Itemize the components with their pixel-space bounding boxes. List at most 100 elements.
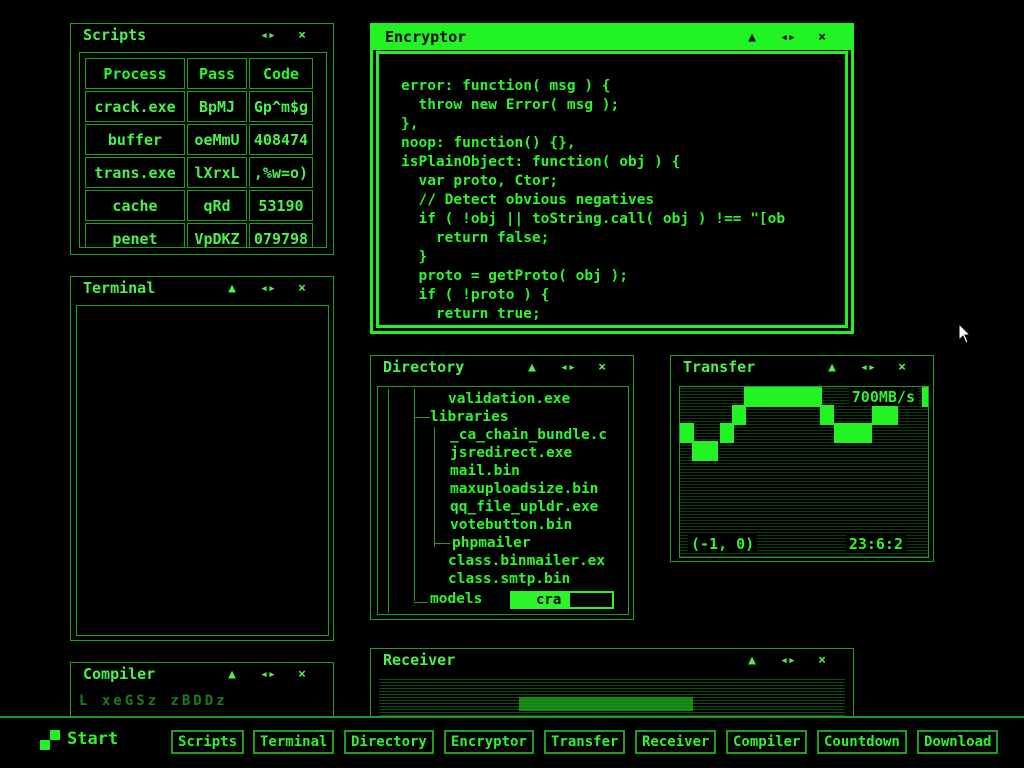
tree-item[interactable]: maxuploadsize.bin xyxy=(450,481,598,497)
table-row[interactable]: trans.exe lXrxL ,%w=o) xyxy=(85,157,313,188)
transfer-time: 23:6:2 xyxy=(845,535,906,553)
taskbar: Start Scripts Terminal Directory Encrypt… xyxy=(0,716,1024,768)
input-value: cra xyxy=(536,592,562,608)
close-icon[interactable]: × xyxy=(813,653,831,669)
table-cell: BpMJ xyxy=(187,91,247,122)
tree-line xyxy=(434,427,435,547)
encryptor-code-panel[interactable]: error: function( msg ) { throw new Error… xyxy=(376,51,848,328)
caret-up-icon[interactable]: ▲ xyxy=(223,281,241,297)
transfer-coords: (-1, 0) xyxy=(688,535,758,553)
encryptor-title: Encryptor xyxy=(385,28,467,46)
taskbar-button-directory[interactable]: Directory xyxy=(344,730,434,754)
caret-up-icon[interactable]: ▲ xyxy=(743,653,761,669)
table-cell: cache xyxy=(85,190,185,221)
compiler-window: Compiler ▲ ◂▸ × L xeGSz zBDDz xyxy=(70,662,334,718)
code-line: return true; xyxy=(401,306,541,322)
close-icon[interactable]: × xyxy=(893,360,911,376)
taskbar-button-countdown[interactable]: Countdown xyxy=(817,730,907,754)
taskbar-button-scripts[interactable]: Scripts xyxy=(171,730,245,754)
code-line: // Detect obvious negatives xyxy=(401,192,655,208)
resize-icon[interactable]: ◂▸ xyxy=(259,281,277,297)
directory-titlebar[interactable]: Directory ▲ ◂▸ × xyxy=(371,356,633,382)
resize-icon[interactable]: ◂▸ xyxy=(779,30,797,46)
close-icon[interactable]: × xyxy=(293,281,311,297)
resize-icon[interactable]: ◂▸ xyxy=(559,360,577,376)
tree-item[interactable]: qq_file_upldr.exe xyxy=(450,499,598,515)
caret-up-icon[interactable]: ▲ xyxy=(743,30,761,46)
encryptor-titlebar[interactable]: Encryptor ▲ ◂▸ × xyxy=(373,26,851,50)
tree-line xyxy=(414,389,415,601)
tree-line xyxy=(434,543,450,544)
close-icon[interactable]: × xyxy=(593,360,611,376)
table-cell: lXrxL xyxy=(187,157,247,188)
close-icon[interactable]: × xyxy=(813,30,831,46)
taskbar-button-receiver[interactable]: Receiver xyxy=(635,730,717,754)
taskbar-button-compiler[interactable]: Compiler xyxy=(726,730,808,754)
caret-up-icon[interactable]: ▲ xyxy=(223,667,241,683)
tree-line xyxy=(414,417,430,418)
transfer-title: Transfer xyxy=(683,358,756,376)
transfer-titlebar[interactable]: Transfer ▲ ◂▸ × xyxy=(671,356,933,382)
table-cell: Gp^m$g xyxy=(249,91,313,122)
tree-line xyxy=(388,389,389,613)
resize-icon[interactable]: ◂▸ xyxy=(259,28,277,44)
directory-input[interactable]: cra xyxy=(510,591,614,609)
data-block xyxy=(922,387,928,407)
close-icon[interactable]: × xyxy=(293,28,311,44)
tree-item[interactable]: votebutton.bin xyxy=(450,517,572,533)
code-line: return false; xyxy=(401,230,550,246)
data-block xyxy=(820,405,834,425)
tree-item[interactable]: mail.bin xyxy=(450,463,520,479)
receiver-window: Receiver ▲ ◂▸ × xyxy=(370,648,854,718)
table-header-process: Process xyxy=(85,58,185,89)
tree-folder[interactable]: models xyxy=(430,591,482,607)
code-line: }, xyxy=(401,116,419,132)
code-line: } xyxy=(401,324,785,325)
scripts-table: Process Pass Code crack.exe BpMJ Gp^m$g … xyxy=(83,56,315,247)
tree-line xyxy=(414,602,428,603)
code-line: if ( !obj || toString.call( obj ) !== "[… xyxy=(401,211,786,227)
transfer-speed: 700MB/s xyxy=(848,388,918,406)
code-line: noop: function() {}, xyxy=(401,135,576,151)
table-cell: ,%w=o) xyxy=(249,157,313,188)
code-line: throw new Error( msg ); xyxy=(401,97,620,113)
resize-icon[interactable]: ◂▸ xyxy=(779,653,797,669)
taskbar-button-terminal[interactable]: Terminal xyxy=(253,730,335,754)
data-block xyxy=(680,423,694,443)
resize-icon[interactable]: ◂▸ xyxy=(859,360,877,376)
tree-item[interactable]: class.smtp.bin xyxy=(448,571,570,587)
tree-folder[interactable]: libraries xyxy=(430,409,509,425)
data-block xyxy=(692,441,718,461)
table-cell: buffer xyxy=(85,124,185,155)
table-row[interactable]: buffer oeMmU 408474 xyxy=(85,124,313,155)
tree-folder[interactable]: phpmailer xyxy=(452,535,531,551)
close-icon[interactable]: × xyxy=(293,667,311,683)
table-row[interactable]: penet VpDKZ 079798 xyxy=(85,223,313,247)
terminal-output[interactable] xyxy=(76,305,329,636)
receiver-titlebar[interactable]: Receiver ▲ ◂▸ × xyxy=(371,649,853,675)
table-cell: trans.exe xyxy=(85,157,185,188)
table-row[interactable]: crack.exe BpMJ Gp^m$g xyxy=(85,91,313,122)
compiler-titlebar[interactable]: Compiler ▲ ◂▸ × xyxy=(71,663,333,689)
directory-tree: validation.exe libraries _ca_chain_bundl… xyxy=(377,386,629,615)
tree-item[interactable]: _ca_chain_bundle.c xyxy=(450,427,607,443)
caret-up-icon[interactable]: ▲ xyxy=(823,360,841,376)
taskbar-button-encryptor[interactable]: Encryptor xyxy=(444,730,534,754)
terminal-titlebar[interactable]: Terminal ▲ ◂▸ × xyxy=(71,277,333,303)
code-line: error: function( msg ) { xyxy=(401,78,611,94)
scripts-titlebar[interactable]: Scripts ◂▸ × xyxy=(71,24,333,50)
taskbar-button-transfer[interactable]: Transfer xyxy=(544,730,626,754)
caret-up-icon[interactable]: ▲ xyxy=(523,360,541,376)
directory-window: Directory ▲ ◂▸ × validation.exe librarie… xyxy=(370,355,634,620)
receiver-title: Receiver xyxy=(383,651,456,669)
tree-item[interactable]: validation.exe xyxy=(448,391,570,407)
scripts-content: Process Pass Code crack.exe BpMJ Gp^m$g … xyxy=(79,52,327,248)
code-line: if ( !proto ) { xyxy=(401,287,550,303)
tree-item[interactable]: jsredirect.exe xyxy=(450,445,572,461)
table-row[interactable]: cache qRd 53190 xyxy=(85,190,313,221)
data-block xyxy=(834,423,872,443)
tree-item[interactable]: class.binmailer.ex xyxy=(448,553,605,569)
scripts-title: Scripts xyxy=(83,26,147,44)
taskbar-button-download[interactable]: Download xyxy=(917,730,999,754)
resize-icon[interactable]: ◂▸ xyxy=(259,667,277,683)
